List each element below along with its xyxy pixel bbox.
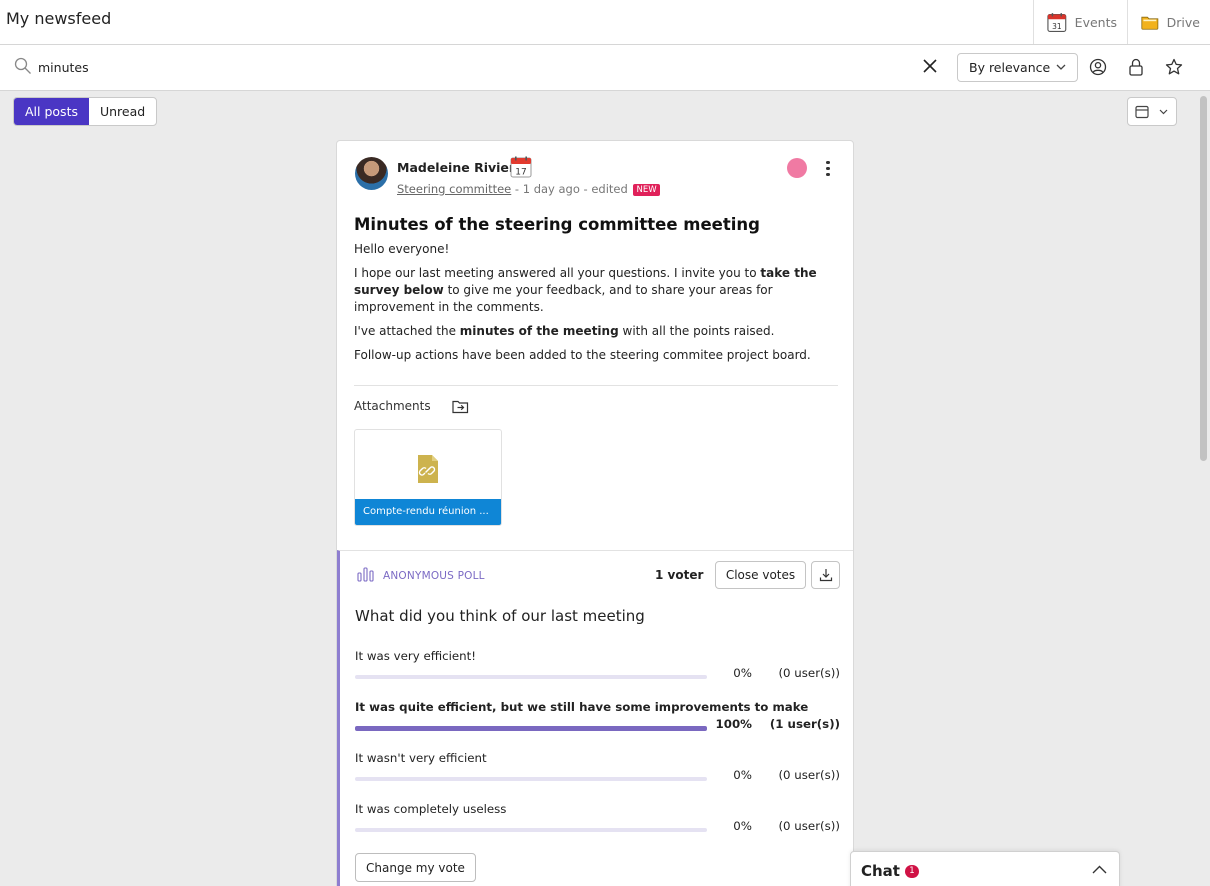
poll-option-bar — [355, 726, 707, 731]
drive-app-link[interactable]: Drive — [1127, 0, 1210, 44]
page-scrollbar[interactable] — [1198, 91, 1210, 886]
calendar-day: 17 — [515, 168, 526, 178]
post-title: Minutes of the steering committee meetin… — [354, 215, 760, 234]
poll-option[interactable]: It wasn't very efficient 0% (0 user(s)) — [355, 751, 845, 791]
search-bar: By relevance — [0, 45, 1210, 91]
change-vote-button[interactable]: Change my vote — [355, 853, 476, 882]
avatar[interactable] — [355, 157, 388, 190]
page-title: My newsfeed — [6, 9, 112, 28]
top-bar: My newsfeed 31 Events Drive — [0, 0, 1210, 45]
post-paragraph: Hello everyone! — [354, 242, 450, 256]
poll-option-label: It was very efficient! — [355, 649, 476, 663]
poll-option-label: It was quite efficient, but we still hav… — [355, 700, 809, 714]
folder-icon — [1141, 16, 1159, 30]
poll-option-users: (0 user(s)) — [778, 666, 840, 680]
chevron-down-icon — [1056, 64, 1066, 70]
folder-export-icon[interactable] — [452, 399, 469, 414]
community-link[interactable]: Steering committee — [397, 182, 511, 196]
post-paragraph: I've attached the minutes of the meeting… — [354, 324, 775, 338]
poll-option-users: (0 user(s)) — [778, 819, 840, 833]
poll-question: What did you think of our last meeting — [355, 607, 645, 625]
new-badge: NEW — [633, 184, 660, 196]
download-results-button[interactable] — [811, 561, 840, 589]
post-filter-tabs: All posts Unread — [13, 97, 158, 126]
svg-text:31: 31 — [1052, 22, 1062, 31]
post-time: - 1 day ago — [514, 182, 580, 196]
tab-unread[interactable]: Unread — [89, 98, 156, 125]
voter-count: 1 voter — [655, 568, 704, 582]
layout-icon — [1135, 105, 1149, 119]
attachment-name: Compte-rendu réunion ... — [355, 499, 501, 525]
clear-search-icon[interactable] — [921, 57, 939, 75]
post-meta: Steering committee - 1 day ago - edited … — [397, 182, 660, 196]
poll-chart-icon — [357, 567, 374, 582]
post-paragraph: Follow-up actions have been added to the… — [354, 348, 811, 362]
poll-option[interactable]: It was completely useless 0% (0 user(s)) — [355, 802, 845, 842]
star-icon[interactable] — [1165, 58, 1183, 76]
post-body: Hello everyone! I hope our last meeting … — [354, 241, 824, 371]
tab-all-posts[interactable]: All posts — [14, 98, 89, 125]
post-card: Madeleine Riviera 17 Steering committee … — [336, 140, 854, 886]
events-app-link[interactable]: 31 Events — [1033, 0, 1127, 44]
poll-option-bar — [355, 777, 707, 781]
poll-option-percent: 0% — [733, 819, 752, 833]
poll: ANONYMOUS POLL 1 voter Close votes What … — [337, 550, 853, 886]
reaction-dot[interactable] — [787, 158, 807, 178]
chevron-down-icon — [1159, 109, 1168, 115]
attachment-card[interactable]: Compte-rendu réunion ... — [354, 429, 502, 526]
download-icon — [819, 569, 833, 582]
poll-option-percent: 0% — [733, 768, 752, 782]
post-author[interactable]: Madeleine Riviera — [397, 160, 524, 175]
chat-title: Chat — [861, 862, 900, 880]
post-edited: - edited — [583, 182, 628, 196]
sort-value: By relevance — [969, 60, 1051, 75]
poll-option-users: (0 user(s)) — [778, 768, 840, 782]
close-votes-button[interactable]: Close votes — [715, 561, 806, 589]
poll-type-label: ANONYMOUS POLL — [383, 570, 485, 582]
lock-icon[interactable] — [1128, 58, 1144, 76]
post-paragraph: I hope our last meeting answered all you… — [354, 266, 817, 314]
calendar-icon: 31 — [1047, 12, 1067, 32]
more-options-icon[interactable] — [821, 159, 835, 177]
poll-option-percent: 100% — [715, 717, 752, 731]
user-filter-icon[interactable] — [1089, 58, 1107, 76]
event-calendar-icon: 17 — [510, 156, 532, 178]
events-label: Events — [1074, 14, 1117, 30]
poll-option-bar — [355, 675, 707, 679]
chat-unread-badge: 1 — [905, 865, 919, 878]
attachments-label: Attachments — [354, 399, 431, 413]
divider — [354, 385, 838, 386]
search-icon — [14, 57, 31, 74]
view-mode-button[interactable] — [1127, 97, 1177, 126]
scrollbar-thumb[interactable] — [1200, 96, 1207, 461]
file-link-icon — [418, 455, 438, 483]
poll-option-label: It was completely useless — [355, 802, 507, 816]
poll-option[interactable]: It was very efficient! 0% (0 user(s)) — [355, 649, 845, 689]
chevron-up-icon[interactable] — [1092, 865, 1107, 874]
search-input[interactable] — [38, 56, 898, 78]
poll-option-label: It wasn't very efficient — [355, 751, 487, 765]
poll-option-bar — [355, 828, 707, 832]
chat-panel[interactable]: Chat 1 — [850, 851, 1120, 886]
poll-option-percent: 0% — [733, 666, 752, 680]
sort-select[interactable]: By relevance — [957, 53, 1078, 82]
drive-label: Drive — [1166, 14, 1200, 30]
poll-option[interactable]: It was quite efficient, but we still hav… — [355, 700, 845, 740]
poll-option-users: (1 user(s)) — [769, 717, 840, 731]
